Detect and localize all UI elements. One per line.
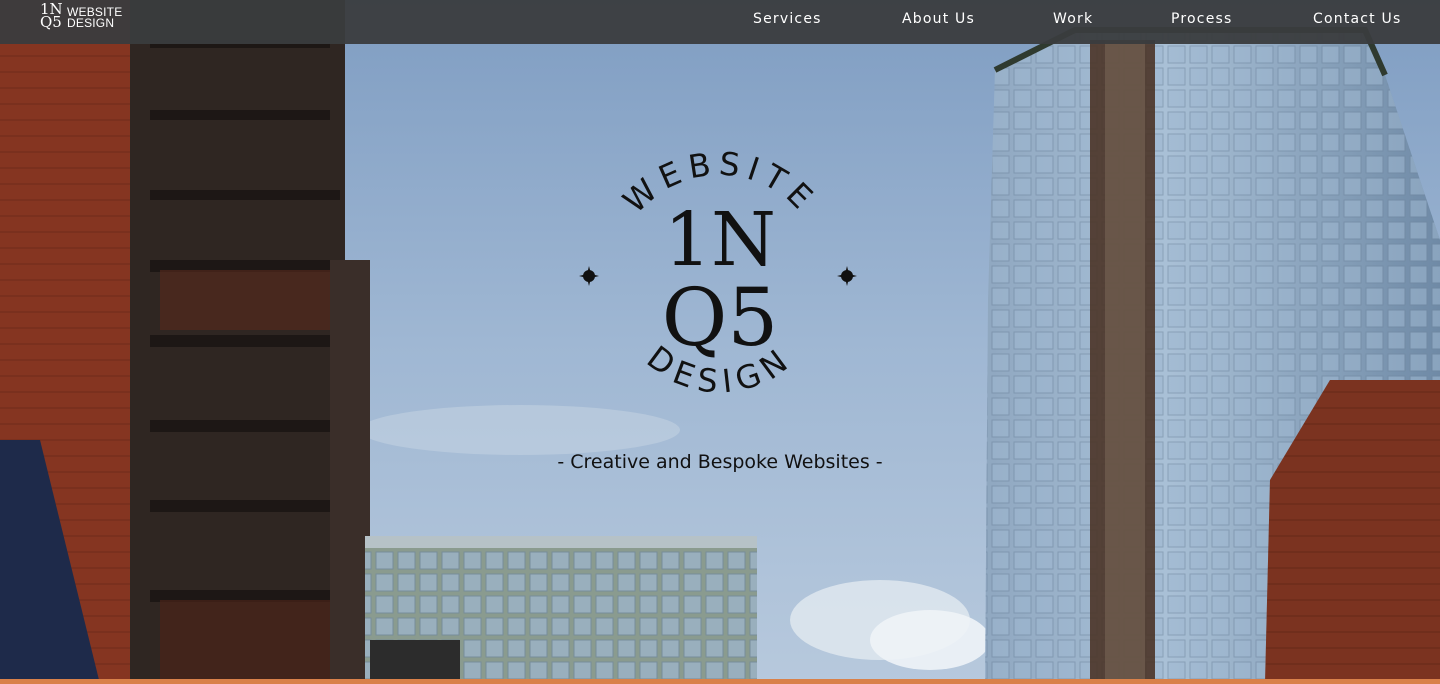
emblem-left-star-icon [579,266,599,286]
site-logo[interactable]: 1N Q5 WEBSITE DESIGN [40,2,130,39]
top-navbar: 1N Q5 WEBSITE DESIGN Services About Us W… [0,0,1440,44]
hero-tagline: - Creative and Bespoke Websites - [557,451,883,473]
nav-item-work[interactable]: Work [1053,11,1093,27]
logo-monogram: 1N Q5 [40,2,66,30]
nav-item-process[interactable]: Process [1171,11,1233,27]
logo-word-design: DESIGN [67,16,115,30]
page: 1N Q5 WEBSITE DESIGN Services About Us W… [0,0,1440,684]
nav-item-about-us[interactable]: About Us [902,11,975,27]
logo-wordmark: WEBSITE DESIGN [67,6,122,30]
emblem-right-star-icon [837,266,857,286]
emblem-monogram-line2: Q5 [662,271,778,364]
accent-bar [0,679,1440,684]
nav-item-services[interactable]: Services [753,11,822,27]
hero-emblem-logo: WEBSITE DESIGN 1N Q5 [579,144,857,401]
nav-item-contact-us[interactable]: Contact Us [1313,11,1401,27]
